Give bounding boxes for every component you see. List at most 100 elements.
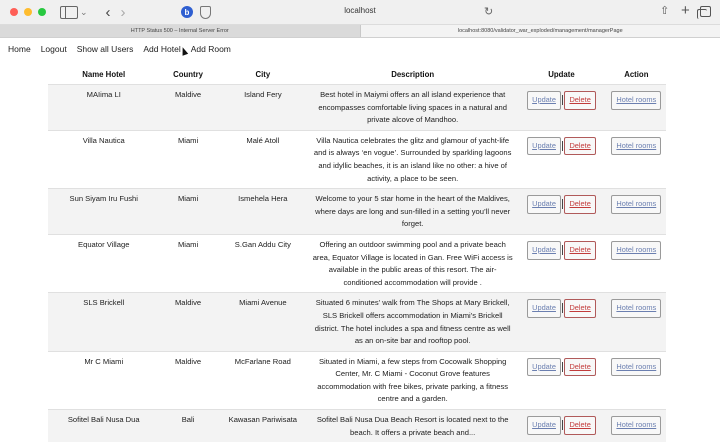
action-cell: Hotel rooms — [607, 234, 666, 292]
delete-button[interactable]: Delete — [564, 358, 595, 377]
hotel-rooms-button[interactable]: Hotel rooms — [611, 299, 661, 318]
close-window-icon[interactable] — [10, 8, 18, 16]
city-cell: Ismehela Hera — [217, 189, 309, 235]
city-cell: Miami Avenue — [217, 293, 309, 351]
nav-logout-link[interactable]: Logout — [41, 44, 67, 54]
action-cell: Hotel rooms — [607, 293, 666, 351]
sidebar-toggle-icon[interactable] — [60, 6, 78, 19]
table-row: Sun Siyam Iru Fushi Miami Ismehela Hera … — [48, 189, 666, 235]
delete-button[interactable]: Delete — [564, 241, 595, 260]
hotel-name-cell: Sofitel Bali Nusa Dua — [48, 410, 159, 442]
header-city: City — [217, 64, 309, 85]
reload-icon[interactable]: ↻ — [484, 5, 493, 18]
tab-overview-icon[interactable] — [700, 6, 711, 17]
tab-error-page[interactable]: HTTP Status 500 – Internal Server Error — [0, 25, 361, 37]
country-cell: Bali — [159, 410, 216, 442]
city-cell: Malé Atoll — [217, 130, 309, 188]
separator — [562, 362, 564, 372]
share-icon[interactable]: ⇧ — [660, 4, 669, 17]
hotel-name-cell: SLS Brickell — [48, 293, 159, 351]
separator — [562, 199, 564, 209]
delete-button[interactable]: Delete — [564, 195, 595, 214]
tab-title: HTTP Status 500 – Internal Server Error — [131, 28, 229, 34]
action-cell: Hotel rooms — [607, 410, 666, 442]
hotel-rooms-button[interactable]: Hotel rooms — [611, 358, 661, 377]
header-action: Action — [607, 64, 666, 85]
hotel-rooms-button[interactable]: Hotel rooms — [611, 195, 661, 214]
city-cell: Kawasan Pariwisata — [217, 410, 309, 442]
city-cell: S.Gan Addu City — [217, 234, 309, 292]
nav-home-link[interactable]: Home — [8, 44, 31, 54]
description-cell: Situated 6 minutes' walk from The Shops … — [309, 293, 516, 351]
description-cell: Villa Nautica celebrates the glitz and g… — [309, 130, 516, 188]
hotel-rooms-button[interactable]: Hotel rooms — [611, 416, 661, 435]
delete-button[interactable]: Delete — [564, 91, 595, 110]
action-cell: Hotel rooms — [607, 189, 666, 235]
browser-toolbar: ⌄ ‹ › b localhost ↻ ⇧ + — [0, 0, 720, 25]
nav-add-room-link[interactable]: Add Room — [191, 44, 231, 54]
update-button[interactable]: Update — [527, 358, 561, 377]
hotel-name-cell: Villa Nautica — [48, 130, 159, 188]
chevron-down-icon[interactable]: ⌄ — [80, 7, 88, 18]
page-nav: Home Logout Show all Users Add Hotel Add… — [8, 44, 231, 54]
city-cell: Island Fery — [217, 85, 309, 131]
tab-manager-page[interactable]: localhost:8080/validator_war_exploded/ma… — [361, 25, 720, 37]
header-country: Country — [159, 64, 216, 85]
country-cell: Maldive — [159, 85, 216, 131]
separator — [562, 303, 564, 313]
description-cell: Situated in Miami, a few steps from Coco… — [309, 351, 516, 409]
table-row: Villa Nautica Miami Malé Atoll Villa Nau… — [48, 130, 666, 188]
nav-add-hotel-link[interactable]: Add Hotel — [143, 44, 180, 54]
extension-icon[interactable]: b — [181, 6, 193, 18]
hotel-name-cell: Equator Village — [48, 234, 159, 292]
hotel-name-cell: Sun Siyam Iru Fushi — [48, 189, 159, 235]
update-cell: UpdateDelete — [516, 130, 606, 188]
update-cell: UpdateDelete — [516, 85, 606, 131]
delete-button[interactable]: Delete — [564, 137, 595, 156]
delete-button[interactable]: Delete — [564, 416, 595, 435]
table-row: Equator Village Miami S.Gan Addu City Of… — [48, 234, 666, 292]
minimize-window-icon[interactable] — [24, 8, 32, 16]
update-button[interactable]: Update — [527, 299, 561, 318]
hotel-name-cell: MAIima LI — [48, 85, 159, 131]
hotel-name-cell: Mr C Miami — [48, 351, 159, 409]
zoom-window-icon[interactable] — [38, 8, 46, 16]
table-header-row: Name Hotel Country City Description Upda… — [48, 64, 666, 85]
description-cell: Offering an outdoor swimming pool and a … — [309, 234, 516, 292]
delete-button[interactable]: Delete — [564, 299, 595, 318]
separator — [562, 141, 564, 151]
separator — [562, 95, 564, 105]
header-description: Description — [309, 64, 516, 85]
tab-bar: HTTP Status 500 – Internal Server Error … — [0, 25, 720, 38]
action-cell: Hotel rooms — [607, 85, 666, 131]
new-tab-icon[interactable]: + — [681, 2, 690, 19]
country-cell: Miami — [159, 130, 216, 188]
window-controls — [10, 8, 46, 16]
nav-show-all-users-link[interactable]: Show all Users — [77, 44, 134, 54]
table-row: SLS Brickell Maldive Miami Avenue Situat… — [48, 293, 666, 351]
country-cell: Miami — [159, 189, 216, 235]
privacy-shield-icon[interactable] — [200, 6, 211, 19]
country-cell: Maldive — [159, 293, 216, 351]
hotel-rooms-button[interactable]: Hotel rooms — [611, 241, 661, 260]
update-cell: UpdateDelete — [516, 293, 606, 351]
separator — [562, 420, 564, 430]
header-name-hotel: Name Hotel — [48, 64, 159, 85]
update-cell: UpdateDelete — [516, 234, 606, 292]
tab-title: localhost:8080/validator_war_exploded/ma… — [458, 28, 623, 34]
hotel-rooms-button[interactable]: Hotel rooms — [611, 137, 661, 156]
update-button[interactable]: Update — [527, 137, 561, 156]
back-arrow-icon[interactable]: ‹ — [106, 4, 111, 21]
update-button[interactable]: Update — [527, 91, 561, 110]
hotel-rooms-button[interactable]: Hotel rooms — [611, 91, 661, 110]
action-cell: Hotel rooms — [607, 130, 666, 188]
description-cell: Welcome to your 5 star home in the heart… — [309, 189, 516, 235]
description-cell: Sofitel Bali Nusa Dua Beach Resort is lo… — [309, 410, 516, 442]
update-button[interactable]: Update — [527, 195, 561, 214]
update-cell: UpdateDelete — [516, 410, 606, 442]
forward-arrow-icon[interactable]: › — [121, 4, 126, 21]
update-button[interactable]: Update — [527, 241, 561, 260]
country-cell: Miami — [159, 234, 216, 292]
update-button[interactable]: Update — [527, 416, 561, 435]
update-cell: UpdateDelete — [516, 351, 606, 409]
